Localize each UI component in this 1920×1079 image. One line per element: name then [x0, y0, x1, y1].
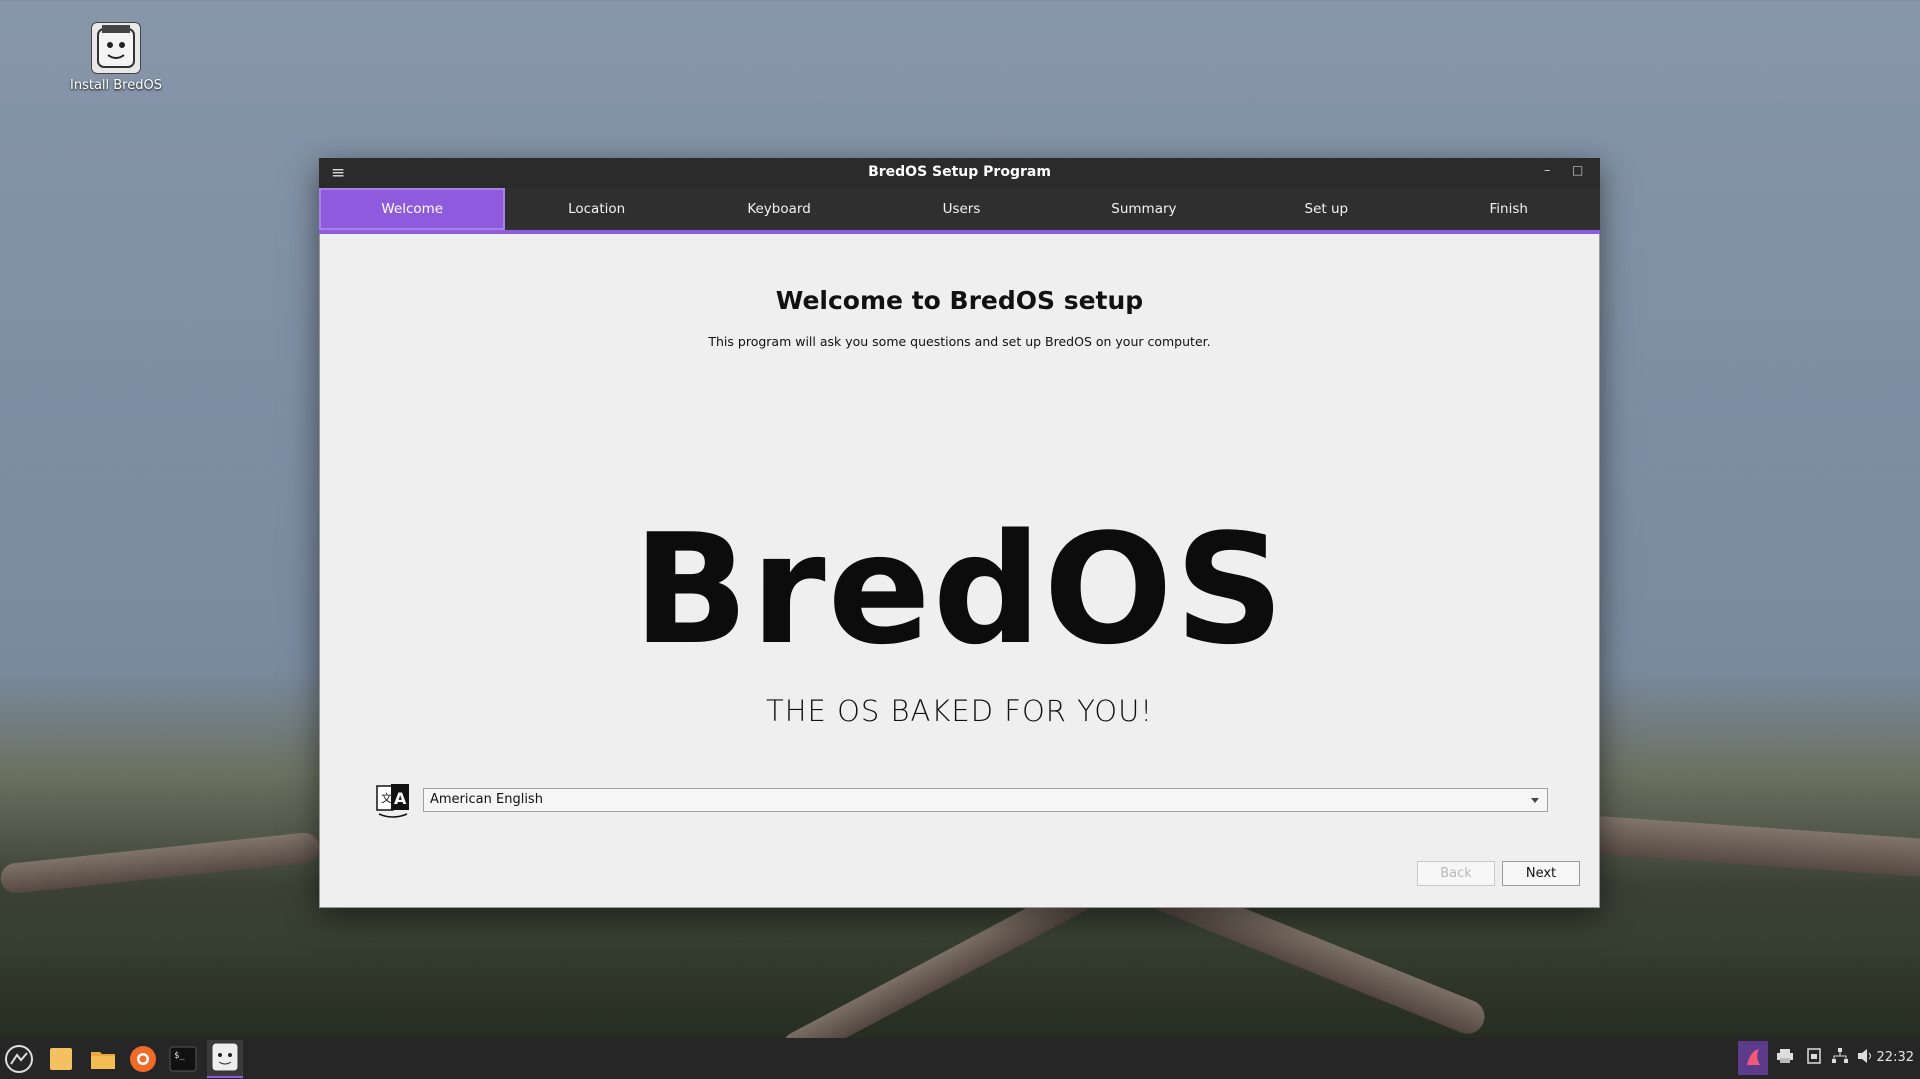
tab-users[interactable]: Users	[870, 188, 1052, 230]
language-translate-icon: 文 A	[375, 782, 411, 820]
tab-setup[interactable]: Set up	[1235, 188, 1417, 230]
tab-finish[interactable]: Finish	[1418, 188, 1600, 230]
svg-text:$_: $_	[174, 1051, 185, 1061]
svg-text:A: A	[394, 789, 407, 808]
desktop-icon-label: Install BredOS	[70, 78, 162, 93]
volume-icon[interactable]	[1857, 1048, 1875, 1068]
browser-icon[interactable]	[128, 1044, 158, 1074]
minimize-icon[interactable]: –	[1544, 163, 1556, 178]
network-icon[interactable]	[1831, 1048, 1849, 1068]
bredos-logo: BredOS	[632, 501, 1287, 678]
tab-location[interactable]: Location	[505, 188, 687, 230]
language-select[interactable]: American English	[423, 788, 1548, 812]
welcome-page: Welcome to BredOS setup This program wil…	[319, 234, 1600, 908]
language-select-value: American English	[430, 792, 543, 807]
folder-icon[interactable]	[88, 1044, 118, 1074]
app-launcher-icon[interactable]	[4, 1044, 34, 1074]
setup-window: ≡ BredOS Setup Program – □ Welcome Locat…	[319, 158, 1600, 908]
next-button[interactable]: Next	[1502, 861, 1580, 886]
installer-taskbar-icon[interactable]	[207, 1040, 243, 1078]
back-button[interactable]: Back	[1417, 861, 1495, 886]
desktop-icon-install-bredos[interactable]: Install BredOS	[62, 22, 170, 93]
chevron-down-icon	[1531, 798, 1539, 803]
clipboard-icon[interactable]	[1806, 1048, 1822, 1068]
tab-summary[interactable]: Summary	[1053, 188, 1235, 230]
page-title: Welcome to BredOS setup	[775, 286, 1144, 315]
svg-text:文: 文	[381, 791, 392, 805]
step-tabs: Welcome Location Keyboard Users Summary …	[319, 188, 1600, 234]
terminal-icon[interactable]: $_	[168, 1044, 198, 1074]
file-icon[interactable]	[46, 1044, 76, 1074]
installer-mascot-icon	[91, 22, 141, 74]
taskbar: $_ 22:32	[0, 1038, 1920, 1079]
clock[interactable]: 22:32	[1877, 1050, 1914, 1065]
maximize-icon[interactable]: □	[1572, 163, 1584, 177]
window-titlebar[interactable]: ≡ BredOS Setup Program – □	[319, 158, 1600, 188]
window-title: BredOS Setup Program	[868, 164, 1051, 180]
tab-welcome[interactable]: Welcome	[319, 188, 506, 230]
printer-icon[interactable]	[1776, 1048, 1794, 1068]
bredos-tagline: THE OS BAKED FOR YOU!	[766, 694, 1153, 728]
tab-keyboard[interactable]: Keyboard	[688, 188, 870, 230]
bredos-tray-icon[interactable]	[1738, 1041, 1768, 1075]
page-subtitle: This program will ask you some questions…	[708, 334, 1211, 349]
